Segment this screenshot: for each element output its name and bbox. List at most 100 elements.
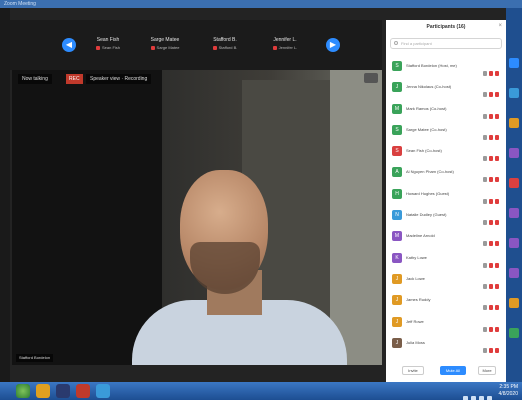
video-off-icon[interactable] <box>495 305 499 311</box>
avatar: J <box>392 316 402 327</box>
video-off-icon[interactable] <box>495 198 499 204</box>
participant-row[interactable]: J Jenna Nikolaus (Co-host) <box>390 77 502 98</box>
hand-icon[interactable] <box>483 283 487 289</box>
taskbar-app-icon[interactable] <box>36 384 50 398</box>
video-off-icon[interactable] <box>495 347 499 353</box>
next-page-arrow-icon[interactable]: ▶ <box>326 38 340 52</box>
mute-all-button[interactable]: Mute All <box>440 366 466 375</box>
muted-mic-icon[interactable] <box>489 326 493 332</box>
more-button[interactable]: More <box>478 366 496 375</box>
app-icon[interactable] <box>509 268 519 278</box>
tray-icon[interactable] <box>463 396 468 400</box>
video-options-icon[interactable] <box>364 73 378 83</box>
hand-icon[interactable] <box>483 177 487 183</box>
muted-mic-icon[interactable] <box>489 134 493 140</box>
participant-row[interactable]: S Sarge Matee (Co-host) <box>390 120 502 141</box>
avatar: S <box>392 61 402 71</box>
thumbnail-4[interactable]: Jennifer L. Jennifer L. <box>262 35 308 55</box>
participant-row[interactable]: N Natalie Dudley (Guest) <box>390 205 502 226</box>
hand-icon[interactable] <box>483 326 487 332</box>
taskbar-app-icon[interactable] <box>96 384 110 398</box>
participant-row[interactable]: H Howard Hughes (Guest) <box>390 184 502 205</box>
avatar: M <box>392 103 402 114</box>
participant-row[interactable]: J Jeff Rowe <box>390 312 502 333</box>
video-off-icon[interactable] <box>495 156 499 162</box>
app-icon[interactable] <box>509 88 519 98</box>
video-off-icon[interactable] <box>495 262 499 268</box>
muted-mic-icon[interactable] <box>489 262 493 268</box>
app-icon[interactable] <box>509 298 519 308</box>
hand-icon[interactable] <box>483 71 487 76</box>
tray-icon[interactable] <box>487 396 492 400</box>
muted-mic-icon[interactable] <box>489 113 493 119</box>
app-icon[interactable] <box>509 328 519 338</box>
muted-mic-icon[interactable] <box>489 156 493 162</box>
participant-row[interactable]: J Julia Moss <box>390 333 502 354</box>
hand-icon[interactable] <box>483 156 487 162</box>
participant-row[interactable]: K Kathy Lowe <box>390 248 502 269</box>
recording-badge: REC <box>66 74 83 84</box>
participant-name: Kathy Lowe <box>406 254 427 260</box>
hand-icon[interactable] <box>483 305 487 311</box>
app-icon[interactable] <box>509 118 519 128</box>
hand-icon[interactable] <box>483 113 487 119</box>
hand-icon[interactable] <box>483 241 487 247</box>
speaker-label: Now talking <box>18 74 52 84</box>
hand-icon[interactable] <box>483 220 487 226</box>
app-icon[interactable] <box>509 178 519 188</box>
taskbar-app-icon[interactable] <box>56 384 70 398</box>
close-icon[interactable]: × <box>498 23 502 29</box>
tray-icon[interactable] <box>471 396 476 400</box>
muted-mic-icon[interactable] <box>489 347 493 353</box>
video-off-icon[interactable] <box>495 71 499 76</box>
video-off-icon[interactable] <box>495 220 499 226</box>
participant-name: Howard Hughes (Guest) <box>406 190 450 196</box>
participant-status <box>481 276 499 289</box>
video-off-icon[interactable] <box>495 113 499 119</box>
hand-icon[interactable] <box>483 198 487 204</box>
video-off-icon[interactable] <box>495 326 499 332</box>
participant-row[interactable]: M Madeline Arnold <box>390 226 502 247</box>
muted-mic-icon[interactable] <box>489 220 493 226</box>
start-button-icon[interactable] <box>16 384 30 398</box>
video-off-icon[interactable] <box>495 92 499 98</box>
participant-status <box>481 148 499 162</box>
app-icon[interactable] <box>509 208 519 218</box>
muted-mic-icon[interactable] <box>489 241 493 247</box>
muted-mic-icon[interactable] <box>489 305 493 311</box>
thumbnail-3[interactable]: Stafford B. Stafford B. <box>200 35 250 55</box>
hand-icon[interactable] <box>483 262 487 268</box>
muted-mic-icon[interactable] <box>489 198 493 204</box>
hand-icon[interactable] <box>483 347 487 353</box>
invite-button[interactable]: Invite <box>402 366 424 375</box>
participant-row[interactable]: J Jack Lowe <box>390 269 502 290</box>
video-off-icon[interactable] <box>495 241 499 247</box>
app-icon[interactable] <box>509 58 519 68</box>
panel-footer: Invite Mute All More <box>386 364 506 378</box>
thumbnail-2[interactable]: Sarge Matee Sarge Matee <box>140 35 190 55</box>
taskbar-app-icon[interactable] <box>76 384 90 398</box>
muted-mic-icon[interactable] <box>489 283 493 289</box>
participant-row[interactable]: S Sean Fish (Co-host) <box>390 141 502 162</box>
avatar: S <box>392 146 402 157</box>
taskbar-clock[interactable]: 2:35 PM 4/8/2020 <box>499 384 518 398</box>
muted-mic-icon[interactable] <box>489 177 493 183</box>
search-input[interactable]: Find a participant <box>390 38 502 49</box>
video-off-icon[interactable] <box>495 177 499 183</box>
app-icon[interactable] <box>509 238 519 248</box>
participant-name: Natalie Dudley (Guest) <box>406 212 447 218</box>
hand-icon[interactable] <box>483 92 487 98</box>
participant-row[interactable]: S Stafford Bordelon (Host, me) <box>390 56 502 77</box>
video-off-icon[interactable] <box>495 134 499 140</box>
participant-row[interactable]: J James Ruddy <box>390 290 502 311</box>
tray-icon[interactable] <box>479 396 484 400</box>
muted-mic-icon[interactable] <box>489 71 493 76</box>
thumbnail-1[interactable]: Sean Fish Sean Fish <box>86 35 130 55</box>
video-off-icon[interactable] <box>495 283 499 289</box>
prev-page-arrow-icon[interactable]: ◀ <box>62 38 76 52</box>
hand-icon[interactable] <box>483 134 487 140</box>
muted-mic-icon[interactable] <box>489 92 493 98</box>
app-icon[interactable] <box>509 148 519 158</box>
participant-row[interactable]: A Al Nguyen Pham (Co-host) <box>390 162 502 183</box>
participant-row[interactable]: M Mark Ramos (Co-host) <box>390 99 502 120</box>
